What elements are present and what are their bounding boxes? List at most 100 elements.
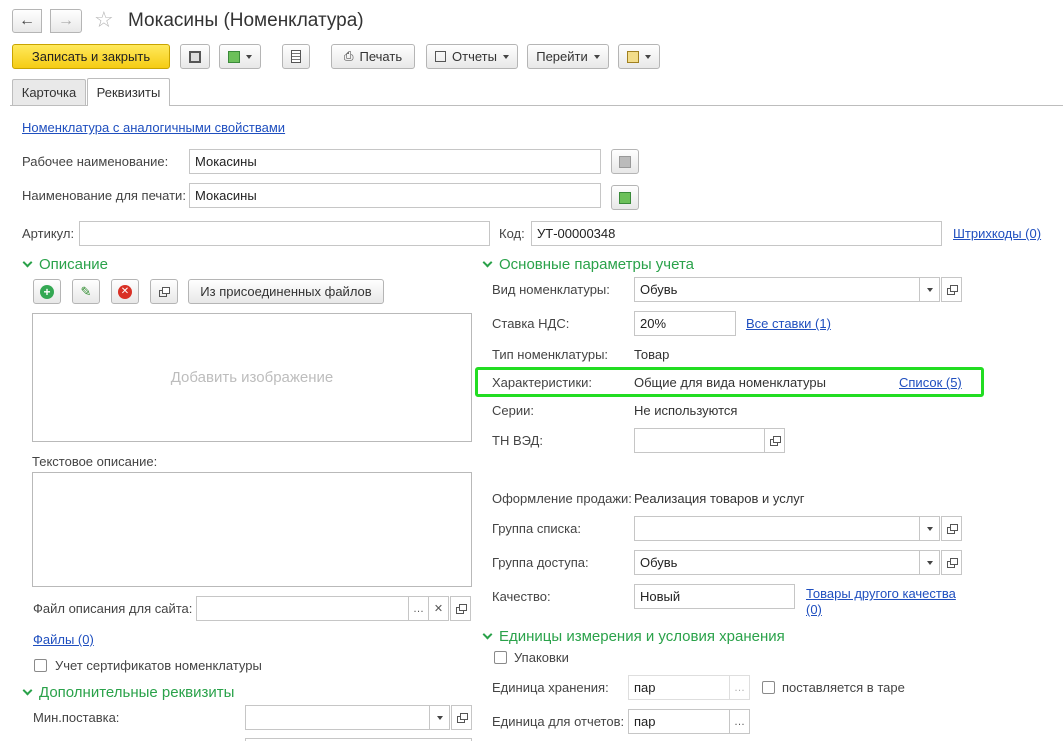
chevron-down-icon [926, 287, 933, 292]
packages-checkbox[interactable] [494, 651, 507, 664]
chevron-down-icon [482, 629, 493, 640]
quality-field[interactable]: Новый [634, 584, 795, 609]
characteristics-list-link[interactable]: Список (5) [899, 375, 962, 390]
plus-circle-icon: + [40, 284, 54, 299]
characteristics-value: Общие для вида номенклатуры [634, 375, 826, 390]
chevron-down-icon [246, 54, 252, 59]
tnved-field[interactable] [634, 428, 765, 453]
accounting-section-header[interactable]: Основные параметры учета [482, 256, 694, 273]
similar-properties-link[interactable]: Номенклатура с аналогичными свойствами [22, 120, 285, 135]
type-value: Товар [634, 347, 670, 362]
tab-card[interactable]: Карточка [12, 79, 86, 105]
tare-checkbox[interactable] [762, 681, 775, 694]
files-link[interactable]: Файлы (0) [33, 632, 94, 647]
extra-section-header[interactable]: Дополнительные реквизиты [22, 684, 234, 701]
min-supply-open[interactable] [451, 705, 472, 730]
chevron-down-icon [926, 526, 933, 531]
tnved-open[interactable] [764, 428, 785, 453]
print-name-label: Наименование для печати: [22, 188, 186, 203]
open-window-icon [455, 604, 467, 614]
other-quality-count-link[interactable]: (0) [806, 602, 822, 617]
units-section-header[interactable]: Единицы измерения и условия хранения [482, 628, 785, 645]
storage-unit-field[interactable]: пар [628, 675, 730, 700]
site-file-clear-button[interactable]: ✕ [428, 596, 449, 621]
forward-button[interactable]: → [50, 9, 82, 33]
site-file-label: Файл описания для сайта: [33, 601, 193, 616]
report-unit-field[interactable]: пар [628, 709, 730, 734]
kind-dropdown[interactable] [919, 277, 940, 302]
kind-open[interactable] [941, 277, 962, 302]
certificates-checkbox[interactable] [34, 659, 47, 672]
packages-label: Упаковки [514, 650, 569, 665]
barcodes-link[interactable]: Штрихкоды (0) [953, 226, 1041, 241]
article-field[interactable] [79, 221, 490, 246]
list-group-dropdown[interactable] [919, 516, 940, 541]
open-image-button[interactable] [150, 279, 178, 304]
code-field[interactable]: УТ-00000348 [531, 221, 942, 246]
access-group-dropdown[interactable] [919, 550, 940, 575]
open-window-icon [456, 713, 468, 723]
sale-label: Оформление продажи: [492, 491, 632, 506]
edit-image-button[interactable]: ✎ [72, 279, 100, 304]
create-based-button[interactable] [219, 44, 261, 69]
list-button[interactable] [282, 44, 310, 69]
vat-label: Ставка НДС: [492, 316, 570, 331]
delete-circle-icon: ✕ [118, 284, 132, 299]
add-image-button[interactable]: + [33, 279, 61, 304]
open-window-icon [946, 558, 958, 568]
image-area[interactable]: Добавить изображение [32, 313, 472, 442]
access-group-label: Группа доступа: [492, 555, 589, 570]
storage-unit-label: Единица хранения: [492, 680, 609, 695]
description-section-header[interactable]: Описание [22, 256, 108, 273]
vat-field[interactable]: 20% [634, 311, 736, 336]
history-button[interactable] [618, 44, 660, 69]
min-supply-field[interactable] [245, 705, 430, 730]
chevron-down-icon [645, 54, 651, 59]
text-description-field[interactable] [32, 472, 472, 587]
list-group-label: Группа списка: [492, 521, 581, 536]
tab-details[interactable]: Реквизиты [87, 78, 170, 106]
site-file-field[interactable] [196, 596, 409, 621]
access-group-field[interactable]: Обувь [634, 550, 920, 575]
other-quality-link[interactable]: Товары другого качества [806, 586, 956, 601]
chevron-down-icon [436, 715, 443, 720]
working-name-field[interactable]: Мокасины [189, 149, 601, 174]
save-close-button[interactable]: Записать и закрыть [12, 44, 170, 69]
code-label: Код: [499, 226, 525, 241]
all-rates-link[interactable]: Все ставки (1) [746, 316, 831, 331]
add-image-placeholder: Добавить изображение [170, 369, 334, 386]
print-button[interactable]: ⎙ Печать [331, 44, 415, 69]
goto-button[interactable]: Перейти [527, 44, 609, 69]
list-icon [291, 50, 301, 63]
site-file-open-button[interactable] [450, 596, 471, 621]
from-files-button[interactable]: Из присоединенных файлов [188, 279, 384, 304]
reports-button[interactable]: Отчеты [426, 44, 518, 69]
back-button[interactable]: ← [12, 9, 42, 33]
site-file-select-button[interactable]: … [408, 596, 429, 621]
delete-image-button[interactable]: ✕ [111, 279, 139, 304]
type-label: Тип номенклатуры: [492, 347, 609, 362]
history-icon [627, 50, 639, 63]
list-group-field[interactable] [634, 516, 920, 541]
floppy-icon [189, 50, 201, 63]
sale-value: Реализация товаров и услуг [634, 491, 805, 506]
access-group-open[interactable] [941, 550, 962, 575]
arrow-left-icon: ← [19, 12, 35, 29]
min-supply-dropdown[interactable] [429, 705, 450, 730]
kind-field[interactable]: Обувь [634, 277, 920, 302]
working-name-copy-button[interactable] [611, 149, 639, 174]
report-unit-select[interactable]: … [729, 709, 750, 734]
print-name-field[interactable]: Мокасины [189, 183, 601, 208]
chevron-down-icon [502, 54, 509, 59]
tnved-label: ТН ВЭД: [492, 433, 543, 448]
chevron-down-icon [22, 685, 33, 696]
print-name-copy-button[interactable] [611, 185, 639, 210]
list-group-open[interactable] [941, 516, 962, 541]
chevron-down-icon [482, 257, 493, 268]
open-window-icon [946, 524, 958, 534]
min-supply-label: Мин.поставка: [33, 710, 120, 725]
copy-green-icon [228, 50, 240, 63]
save-button[interactable] [180, 44, 210, 69]
star-icon[interactable]: ☆ [94, 7, 114, 33]
storage-unit-select[interactable]: … [729, 675, 750, 700]
